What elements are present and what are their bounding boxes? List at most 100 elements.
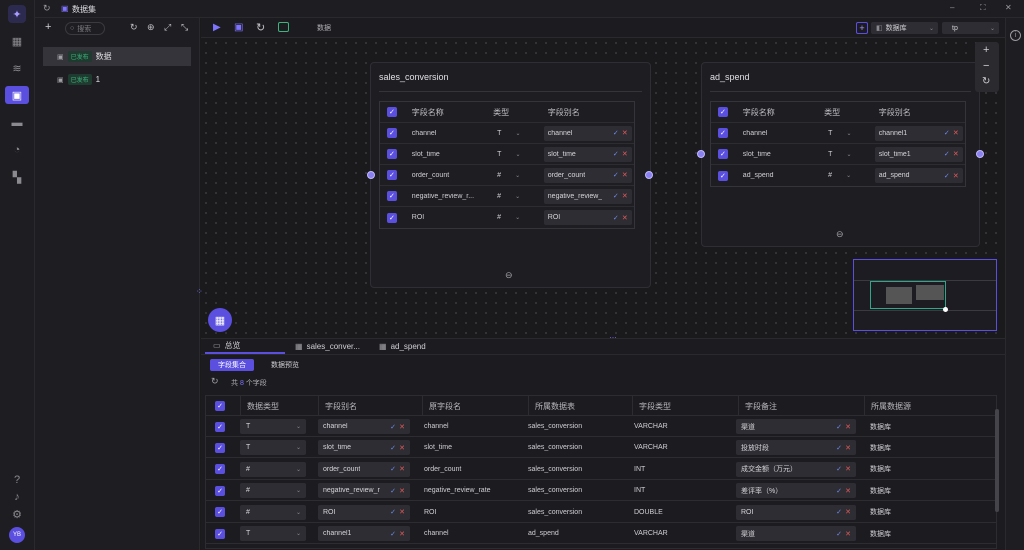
sql-icon[interactable] [278,22,289,32]
cancel-icon[interactable]: ✕ [399,423,405,431]
confirm-icon[interactable]: ✓ [944,172,950,180]
remark-input[interactable]: 成交金额（万元） ✓ ✕ [736,461,856,477]
data-type-select[interactable]: T ⌄ [240,419,306,434]
alias-input[interactable]: slot_time ✓ ✕ [543,146,632,162]
subtab-preview[interactable]: 数据预览 [271,359,299,371]
row-checkbox[interactable]: ✓ [215,421,225,432]
data-type-select[interactable]: # ⌄ [240,504,306,520]
node-port-left[interactable] [367,171,375,179]
cancel-icon[interactable]: ✕ [845,508,851,516]
type-select[interactable]: T ⌄ [816,151,871,158]
resize-handle-icon[interactable]: ⋯ [605,334,621,342]
cancel-icon[interactable]: ✕ [845,423,851,431]
confirm-icon[interactable]: ✓ [836,530,842,538]
select-all-checkbox[interactable]: ✓ [717,107,728,117]
field-checkbox[interactable]: ✓ [386,128,397,138]
data-type-select[interactable]: T ⌄ [240,526,306,541]
field-checkbox[interactable]: ✓ [386,170,397,180]
tab-ad-spend[interactable]: ▦ ad_spend [371,339,453,354]
settings-icon[interactable]: ⚙ [9,506,25,522]
datasource-select[interactable]: ◧ 数据库 ⌄ [871,22,938,34]
confirm-icon[interactable]: ✓ [836,444,842,452]
row-checkbox[interactable]: ✓ [215,507,225,518]
data-type-select[interactable]: # ⌄ [240,483,306,499]
data-type-select[interactable]: T ⌄ [240,440,306,456]
refresh-icon[interactable]: ↻ [43,3,51,14]
type-select[interactable]: T ⌄ [485,130,540,137]
collapse-node-icon[interactable]: ⊖ [505,270,513,281]
alias-input[interactable]: channel1 ✓ ✕ [318,526,410,541]
cancel-icon[interactable]: ✕ [845,487,851,495]
zoom-in-icon[interactable]: + [983,44,989,56]
database-icon[interactable]: ≋ [9,60,25,76]
alias-input[interactable]: slot_time1 ✓ ✕ [874,146,963,162]
confirm-icon[interactable]: ✓ [836,508,842,516]
remark-input[interactable]: 差评率（%） ✓ ✕ [736,483,856,499]
field-checkbox[interactable]: ✓ [717,128,728,138]
alias-input[interactable]: slot_time ✓ ✕ [318,440,410,456]
data-type-select[interactable]: # ⌄ [240,461,306,477]
cancel-icon[interactable]: ✕ [845,530,851,538]
type-select[interactable]: # ⌄ [485,214,540,221]
database-select[interactable]: tp ⌄ [942,22,999,34]
field-checkbox[interactable]: ✓ [717,170,728,181]
tab-overview[interactable]: ▭ 总览 [205,339,285,354]
confirm-icon[interactable]: ✓ [944,150,950,158]
grid-fab-button[interactable]: ▦ [208,308,232,332]
maximize-icon[interactable]: ⛶ [980,3,986,13]
cancel-icon[interactable]: ✕ [622,171,628,179]
close-icon[interactable]: ✕ [1005,3,1012,12]
help-icon[interactable]: ? [9,472,25,488]
confirm-icon[interactable]: ✓ [944,129,950,137]
type-select[interactable]: # ⌄ [485,193,540,200]
confirm-icon[interactable]: ✓ [390,508,396,516]
alias-input[interactable]: channel ✓ ✕ [318,419,410,434]
app-logo-icon[interactable]: ✦ [8,5,26,23]
cancel-icon[interactable]: ✕ [399,465,405,473]
field-checkbox[interactable]: ✓ [386,149,397,159]
confirm-icon[interactable]: ✓ [390,423,396,431]
refresh-icon[interactable]: ↻ [256,21,265,34]
cancel-icon[interactable]: ✕ [622,150,628,158]
bell-icon[interactable]: ♪ [9,489,25,505]
row-checkbox[interactable]: ✓ [215,464,225,475]
select-all-checkbox[interactable]: ✓ [215,401,225,411]
field-checkbox[interactable]: ✓ [386,191,397,201]
collapse-node-icon[interactable]: ⊖ [836,229,844,240]
refresh-fields-icon[interactable]: ↻ [211,376,219,387]
info-icon[interactable]: i [1010,30,1021,41]
cancel-icon[interactable]: ✕ [399,487,405,495]
reset-zoom-icon[interactable]: ↻ [982,76,990,87]
cancel-icon[interactable]: ✕ [622,192,628,200]
confirm-icon[interactable]: ✓ [390,530,396,538]
field-checkbox[interactable]: ✓ [386,212,397,223]
tree-item-dataset[interactable]: ▣ 已发布 1 [43,70,191,89]
add-table-button[interactable]: + [856,22,868,34]
cancel-icon[interactable]: ✕ [622,214,628,222]
remark-input[interactable]: ROI ✓ ✕ [736,504,856,520]
confirm-icon[interactable]: ✓ [390,465,396,473]
table-node-sales-conversion[interactable]: sales_conversion ✓ 字段名称 类型 字段别名 ✓ channel… [370,62,651,288]
cancel-icon[interactable]: ✕ [399,530,405,538]
confirm-icon[interactable]: ✓ [836,423,842,431]
row-checkbox[interactable]: ✓ [215,485,225,496]
dataset-icon[interactable]: ▣ [5,86,29,104]
cancel-icon[interactable]: ✕ [845,444,851,452]
cancel-icon[interactable]: ✕ [399,444,405,452]
apps-icon[interactable]: ▚ [9,169,25,185]
scrollbar[interactable] [995,409,999,512]
type-select[interactable]: T ⌄ [816,130,871,137]
select-all-checkbox[interactable]: ✓ [386,107,397,117]
folder-icon[interactable]: ▬ [9,115,25,131]
node-port-right[interactable] [645,171,653,179]
alias-input[interactable]: channel ✓ ✕ [543,125,632,141]
row-checkbox[interactable]: ✓ [215,528,225,539]
confirm-icon[interactable]: ✓ [836,487,842,495]
confirm-icon[interactable]: ✓ [613,129,619,137]
alias-input[interactable]: ad_spend ✓ ✕ [874,168,963,183]
remark-input[interactable]: 渠道 ✓ ✕ [736,419,856,434]
locate-icon[interactable]: ⊕ [147,22,155,33]
dashboard-icon[interactable]: ▦ [9,33,25,49]
cancel-icon[interactable]: ✕ [953,172,959,180]
alias-input[interactable]: order_count ✓ ✕ [543,167,632,183]
